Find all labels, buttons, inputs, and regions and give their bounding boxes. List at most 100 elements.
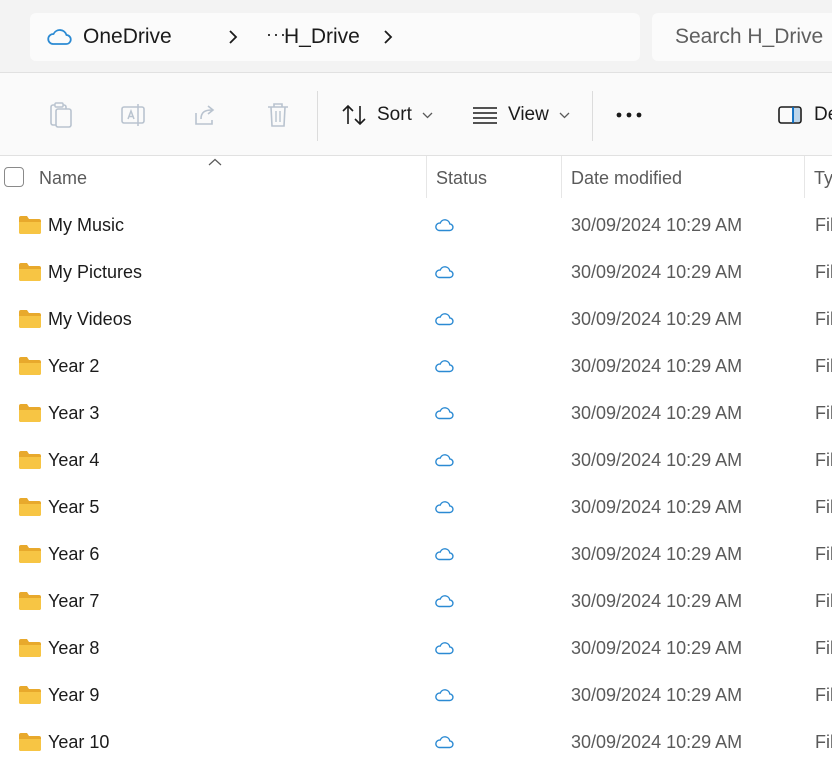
folder-icon — [19, 310, 41, 328]
column-divider[interactable] — [426, 156, 427, 198]
cloud-icon — [435, 501, 454, 514]
file-list-row[interactable]: Year 9 30/09/2024 10:29 AM Fil — [0, 672, 832, 719]
date-modified: 30/09/2024 10:29 AM — [571, 262, 743, 282]
file-name[interactable]: My Videos — [48, 296, 132, 343]
column-name[interactable]: Name — [39, 156, 87, 200]
column-status[interactable]: Status — [436, 156, 487, 200]
date-modified: 30/09/2024 10:29 AM — [571, 215, 743, 235]
file-type: Fil — [815, 309, 832, 329]
command-bar: Sort View De — [0, 72, 832, 156]
cloud-icon — [435, 548, 454, 561]
folder-icon — [19, 545, 41, 563]
file-list-row[interactable]: Year 7 30/09/2024 10:29 AM Fil — [0, 578, 832, 625]
file-list-row[interactable]: Year 6 30/09/2024 10:29 AM Fil — [0, 531, 832, 578]
file-type: Fil — [815, 544, 832, 564]
file-type: Fil — [815, 638, 832, 658]
address-bar-region: OneDrive ··· H_Drive — [0, 0, 832, 72]
file-name[interactable]: Year 6 — [48, 531, 99, 578]
folder-icon — [19, 216, 41, 234]
file-name[interactable]: My Music — [48, 202, 124, 249]
file-list-row[interactable]: Year 8 30/09/2024 10:29 AM Fil — [0, 625, 832, 672]
date-modified: 30/09/2024 10:29 AM — [571, 309, 743, 329]
cloud-icon — [435, 689, 454, 702]
rename-icon[interactable] — [120, 101, 146, 129]
file-list-row[interactable]: Year 4 30/09/2024 10:29 AM Fil — [0, 437, 832, 484]
search-input[interactable] — [652, 13, 832, 61]
share-icon[interactable] — [192, 101, 218, 129]
file-type: Fil — [815, 732, 832, 752]
date-modified: 30/09/2024 10:29 AM — [571, 732, 743, 752]
file-list-row[interactable]: Year 2 30/09/2024 10:29 AM Fil — [0, 343, 832, 390]
select-all-checkbox[interactable] — [4, 167, 24, 187]
view-button[interactable]: View — [472, 99, 570, 131]
column-header: Name Status Date modified Ty — [0, 156, 832, 200]
more-options-icon[interactable] — [615, 99, 643, 131]
file-name[interactable]: Year 3 — [48, 390, 99, 437]
file-name[interactable]: Year 10 — [48, 719, 109, 763]
sort-button[interactable]: Sort — [341, 99, 433, 131]
folder-icon — [19, 639, 41, 657]
sort-label: Sort — [377, 104, 412, 125]
file-type: Fil — [815, 215, 832, 235]
folder-icon — [19, 733, 41, 751]
date-modified: 30/09/2024 10:29 AM — [571, 450, 743, 470]
chevron-right-icon[interactable] — [381, 29, 395, 45]
details-pane-button[interactable]: De — [778, 99, 832, 131]
file-name[interactable]: Year 8 — [48, 625, 99, 672]
file-type: Fil — [815, 591, 832, 611]
file-name[interactable]: Year 2 — [48, 343, 99, 390]
cloud-icon — [435, 313, 454, 326]
column-date-modified[interactable]: Date modified — [571, 156, 682, 200]
file-name[interactable]: Year 4 — [48, 437, 99, 484]
cloud-icon — [435, 595, 454, 608]
delete-icon[interactable] — [265, 101, 291, 129]
folder-icon — [19, 686, 41, 704]
copy-icon[interactable] — [48, 101, 74, 129]
cloud-icon — [435, 219, 454, 232]
details-label: De — [814, 104, 832, 125]
file-name[interactable]: Year 5 — [48, 484, 99, 531]
file-list-row[interactable]: My Videos 30/09/2024 10:29 AM Fil — [0, 296, 832, 343]
folder-icon — [19, 263, 41, 281]
date-modified: 30/09/2024 10:29 AM — [571, 685, 743, 705]
column-divider[interactable] — [561, 156, 562, 198]
cloud-icon — [435, 266, 454, 279]
file-list-row[interactable]: My Pictures 30/09/2024 10:29 AM Fil — [0, 249, 832, 296]
cloud-icon — [435, 407, 454, 420]
chevron-down-icon — [422, 112, 433, 118]
file-name[interactable]: My Pictures — [48, 249, 142, 296]
folder-icon — [19, 404, 41, 422]
file-type: Fil — [815, 497, 832, 517]
column-divider[interactable] — [804, 156, 805, 198]
file-type: Fil — [815, 403, 832, 423]
file-list: My Music 30/09/2024 10:29 AM Fil My Pict… — [0, 202, 832, 763]
file-type: Fil — [815, 685, 832, 705]
chevron-right-icon[interactable] — [226, 29, 240, 45]
cloud-icon — [435, 360, 454, 373]
file-type: Fil — [815, 356, 832, 376]
breadcrumb[interactable]: OneDrive ··· H_Drive — [30, 13, 640, 61]
file-name[interactable]: Year 9 — [48, 672, 99, 719]
folder-icon — [19, 451, 41, 469]
onedrive-cloud-icon — [47, 29, 72, 45]
file-type: Fil — [815, 262, 832, 282]
file-list-row[interactable]: Year 10 30/09/2024 10:29 AM Fil — [0, 719, 832, 763]
file-list-row[interactable]: My Music 30/09/2024 10:29 AM Fil — [0, 202, 832, 249]
search-box[interactable] — [652, 13, 832, 61]
file-name[interactable]: Year 7 — [48, 578, 99, 625]
cloud-icon — [435, 454, 454, 467]
toolbar-divider — [317, 91, 318, 141]
chevron-down-icon — [559, 112, 570, 118]
file-list-row[interactable]: Year 3 30/09/2024 10:29 AM Fil — [0, 390, 832, 437]
toolbar-divider — [592, 91, 593, 141]
date-modified: 30/09/2024 10:29 AM — [571, 544, 743, 564]
date-modified: 30/09/2024 10:29 AM — [571, 403, 743, 423]
breadcrumb-current-folder[interactable]: H_Drive — [284, 13, 360, 61]
column-type[interactable]: Ty — [814, 156, 832, 200]
date-modified: 30/09/2024 10:29 AM — [571, 591, 743, 611]
folder-icon — [19, 498, 41, 516]
file-list-row[interactable]: Year 5 30/09/2024 10:29 AM Fil — [0, 484, 832, 531]
breadcrumb-onedrive[interactable]: OneDrive — [83, 13, 172, 61]
sort-ascending-icon — [208, 158, 222, 166]
view-label: View — [508, 104, 549, 125]
